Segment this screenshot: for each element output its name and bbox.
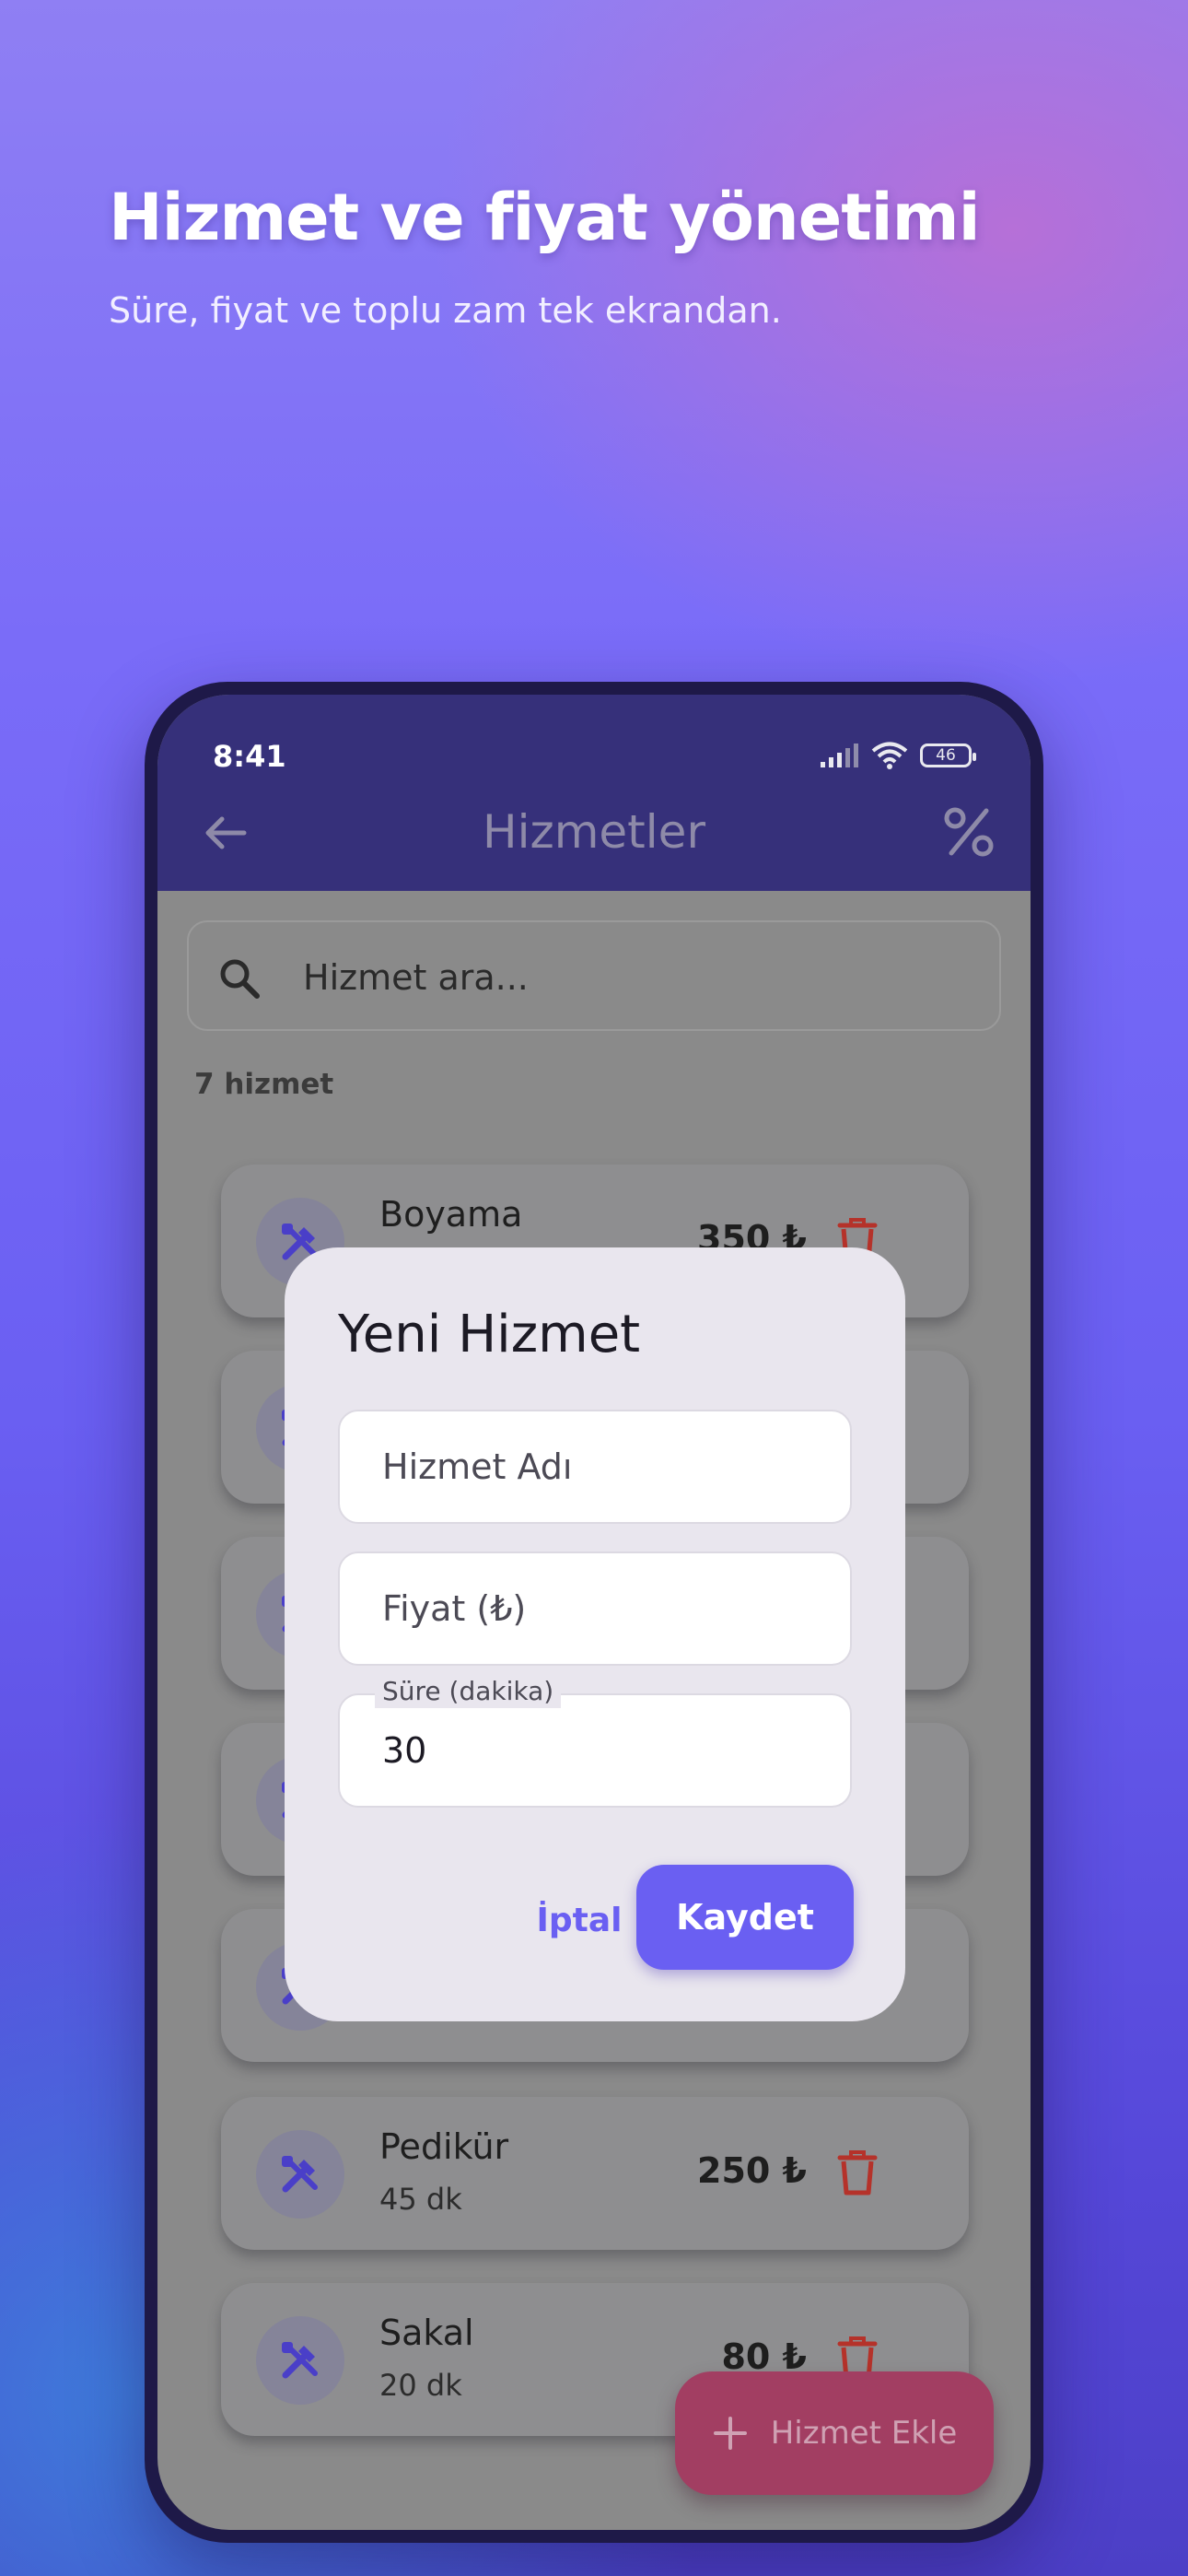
save-button[interactable]: Kaydet bbox=[636, 1865, 854, 1970]
promo-headline: Hizmet ve fiyat yönetimi bbox=[109, 180, 981, 255]
price-field[interactable]: Fiyat (₺) bbox=[338, 1551, 852, 1666]
service-name: Pedikür bbox=[379, 2126, 509, 2167]
app-bar: 8:41 46 Hizmetler bbox=[157, 695, 1031, 891]
service-duration: 45 dk bbox=[379, 2182, 462, 2217]
signal-icon bbox=[821, 744, 858, 767]
wifi-icon bbox=[871, 742, 908, 769]
service-name-placeholder: Hizmet Adı bbox=[382, 1446, 573, 1487]
duration-label: Süre (dakika) bbox=[375, 1675, 562, 1708]
dialog-title: Yeni Hizmet bbox=[338, 1305, 641, 1364]
phone-frame: 8:41 46 Hizmetler Hizmet ara... 7 hizmet… bbox=[145, 682, 1043, 2543]
tools-icon bbox=[282, 2156, 318, 2193]
add-service-label: Hizmet Ekle bbox=[770, 2415, 958, 2452]
price-placeholder: Fiyat (₺) bbox=[382, 1588, 527, 1629]
tools-icon bbox=[282, 2342, 318, 2379]
new-service-dialog: Yeni Hizmet Hizmet Adı Fiyat (₺) Süre (d… bbox=[285, 1247, 905, 2021]
phone-screen: 8:41 46 Hizmetler Hizmet ara... 7 hizmet… bbox=[157, 695, 1031, 2530]
service-duration: 20 dk bbox=[379, 2368, 462, 2403]
add-service-button[interactable]: Hizmet Ekle bbox=[675, 2371, 994, 2495]
promo-subline: Süre, fiyat ve toplu zam tek ekrandan. bbox=[109, 290, 782, 331]
search-icon bbox=[220, 959, 260, 999]
service-icon bbox=[256, 2316, 344, 2405]
duration-field[interactable]: Süre (dakika) 30 bbox=[338, 1675, 852, 1808]
duration-value: 30 bbox=[382, 1730, 427, 1771]
service-name: Boyama bbox=[379, 1194, 523, 1235]
service-name: Sakal bbox=[379, 2313, 474, 2353]
service-count: 7 hizmet bbox=[194, 1068, 334, 1101]
status-time: 8:41 bbox=[213, 739, 286, 774]
service-name-field[interactable]: Hizmet Adı bbox=[338, 1410, 852, 1524]
service-card[interactable]: Pedikür 45 dk 250 ₺ bbox=[221, 2097, 969, 2250]
search-bar[interactable]: Hizmet ara... bbox=[187, 920, 1001, 1031]
service-icon bbox=[256, 2130, 344, 2219]
page-title: Hizmetler bbox=[482, 805, 706, 859]
plus-icon bbox=[713, 2417, 747, 2450]
status-icons: 46 bbox=[819, 741, 976, 770]
percent-icon[interactable] bbox=[938, 802, 999, 862]
search-input[interactable]: Hizmet ara... bbox=[303, 957, 529, 998]
service-price: 250 ₺ bbox=[697, 2150, 807, 2191]
trash-icon[interactable] bbox=[836, 2149, 879, 2196]
battery-icon: 46 bbox=[920, 744, 976, 767]
